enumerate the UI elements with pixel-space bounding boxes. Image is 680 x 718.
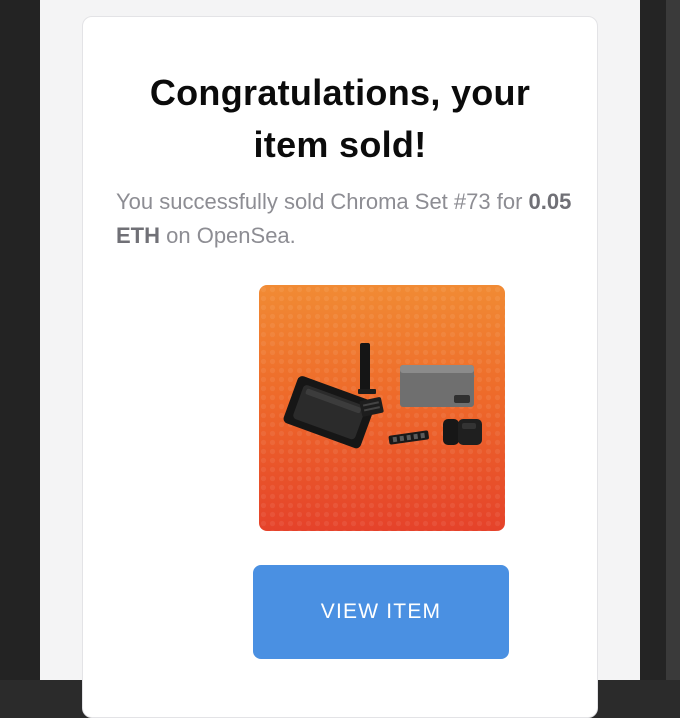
title-line-2: item sold! — [253, 124, 427, 165]
device-edge-right — [666, 0, 680, 680]
title-line-1: Congratulations, your — [149, 72, 531, 113]
email-screen: Congratulations, your item sold! You suc… — [40, 0, 640, 718]
nft-item-image[interactable] — [259, 285, 505, 531]
sale-message: You successfully sold Chroma Set #73 for… — [116, 185, 576, 253]
device-bezel-left — [0, 0, 40, 680]
chroma-set-artwork — [259, 285, 505, 531]
message-prefix: You successfully sold Chroma Set #73 for — [116, 189, 523, 214]
sale-notification-card: Congratulations, your item sold! You suc… — [82, 16, 598, 718]
message-suffix: on OpenSea. — [166, 223, 296, 248]
view-item-button[interactable]: VIEW ITEM — [253, 565, 509, 659]
page-title: Congratulations, your item sold! — [83, 67, 597, 171]
